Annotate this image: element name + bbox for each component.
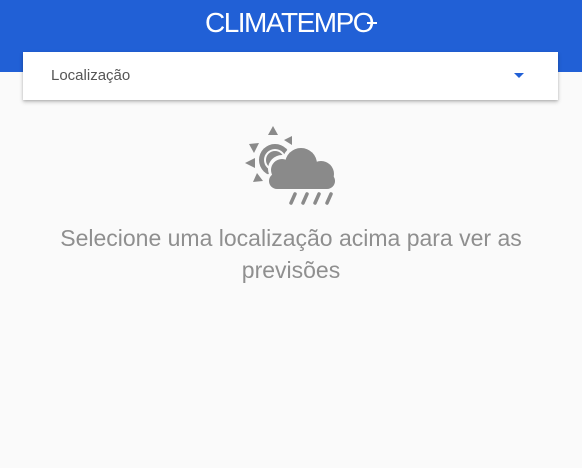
location-select-label: Localização	[51, 67, 131, 84]
location-select[interactable]: Localização	[23, 52, 558, 100]
dropdown-arrow-icon[interactable]	[514, 73, 524, 78]
climatempo-logo[interactable]: CLIMATEMPO	[0, 6, 582, 40]
logo-text: CLIMATEMPO	[204, 7, 375, 38]
logo-dash	[367, 21, 378, 24]
partly-sunny-rain-icon	[245, 126, 337, 205]
empty-state-message: Selecione uma localização acima para ver…	[60, 225, 522, 283]
